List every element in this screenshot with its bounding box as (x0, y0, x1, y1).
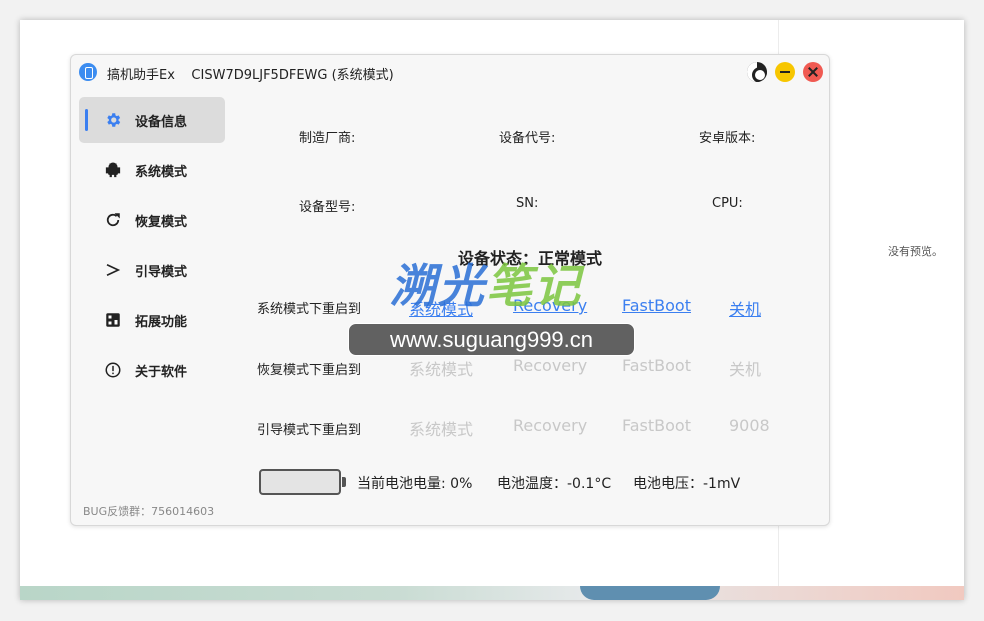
reboot-row-label: 引导模式下重启到 (257, 423, 362, 438)
reboot-fastboot-link[interactable]: FastBoot (622, 416, 691, 435)
sidebar-item-device-info[interactable]: 设备信息 (79, 97, 225, 143)
sidebar-item-extensions[interactable]: 拓展功能 (79, 297, 225, 343)
sidebar-item-label: 系统模式 (135, 164, 188, 180)
battery-level-text: 当前电池电量: 0% (357, 476, 473, 492)
reboot-row-label: 恢复模式下重启到 (257, 363, 362, 378)
power-off-link[interactable]: 关机 (729, 356, 761, 380)
watermark-title-green: 笔记 (486, 259, 582, 313)
battery-voltage-text: 电池电压：-1mV (633, 476, 741, 492)
reboot-recovery-link[interactable]: Recovery (513, 356, 587, 375)
reboot-system-link[interactable]: 系统模式 (409, 416, 473, 440)
sidebar-item-system-mode[interactable]: 系统模式 (79, 147, 225, 193)
info-icon (103, 360, 123, 380)
gear-icon (103, 110, 123, 130)
model-label: 设备型号: (299, 200, 356, 215)
reboot-recovery-link[interactable]: Recovery (513, 416, 587, 435)
android-version-label: 安卓版本: (699, 131, 756, 146)
desktop-strip (20, 586, 964, 600)
desktop-blob (580, 586, 720, 600)
battery-icon (259, 469, 346, 495)
codename-label: 设备代号: (499, 131, 556, 146)
sidebar-item-label: 关于软件 (135, 364, 188, 380)
reboot-9008-link[interactable]: 9008 (729, 416, 770, 435)
theme-toggle-icon[interactable] (747, 62, 767, 82)
reboot-fastboot-link[interactable]: FastBoot (622, 356, 691, 375)
minimize-button[interactable] (775, 62, 795, 82)
sidebar-item-label: 设备信息 (135, 114, 188, 130)
grid-icon (103, 310, 123, 330)
bug-feedback-text: BUG反馈群：756014603 (83, 505, 215, 518)
title-bar[interactable]: 搞机助手Ex CISW7D9LJF5DFEWG (系统模式) (71, 55, 829, 89)
phone-app-icon (79, 63, 97, 81)
sidebar-item-label: 恢复模式 (135, 214, 188, 230)
sidebar-item-label: 拓展功能 (135, 314, 188, 330)
watermark-title-blue: 溯光 (390, 259, 486, 313)
sidebar-item-about[interactable]: 关于软件 (79, 347, 225, 393)
refresh-icon (103, 210, 123, 230)
watermark-logo: 溯光笔记 (390, 250, 582, 316)
sidebar-item-recovery-mode[interactable]: 恢复模式 (79, 197, 225, 243)
window-title: 搞机助手Ex CISW7D9LJF5DFEWG (系统模式) (107, 68, 394, 83)
power-off-link[interactable]: 关机 (729, 296, 761, 320)
reboot-system-link[interactable]: 系统模式 (409, 356, 473, 380)
cpu-label: CPU: (712, 196, 743, 211)
battery-temp-text: 电池温度：-0.1°C (497, 476, 612, 492)
close-button[interactable] (803, 62, 823, 82)
reboot-fastboot-link[interactable]: FastBoot (622, 296, 691, 315)
sn-label: SN: (516, 196, 539, 211)
no-preview-text: 没有预览。 (888, 245, 943, 258)
watermark-url: www.suguang999.cn (348, 323, 635, 356)
manufacturer-label: 制造厂商: (299, 131, 356, 146)
android-icon (103, 160, 123, 180)
reboot-row-label: 系统模式下重启到 (257, 302, 362, 317)
